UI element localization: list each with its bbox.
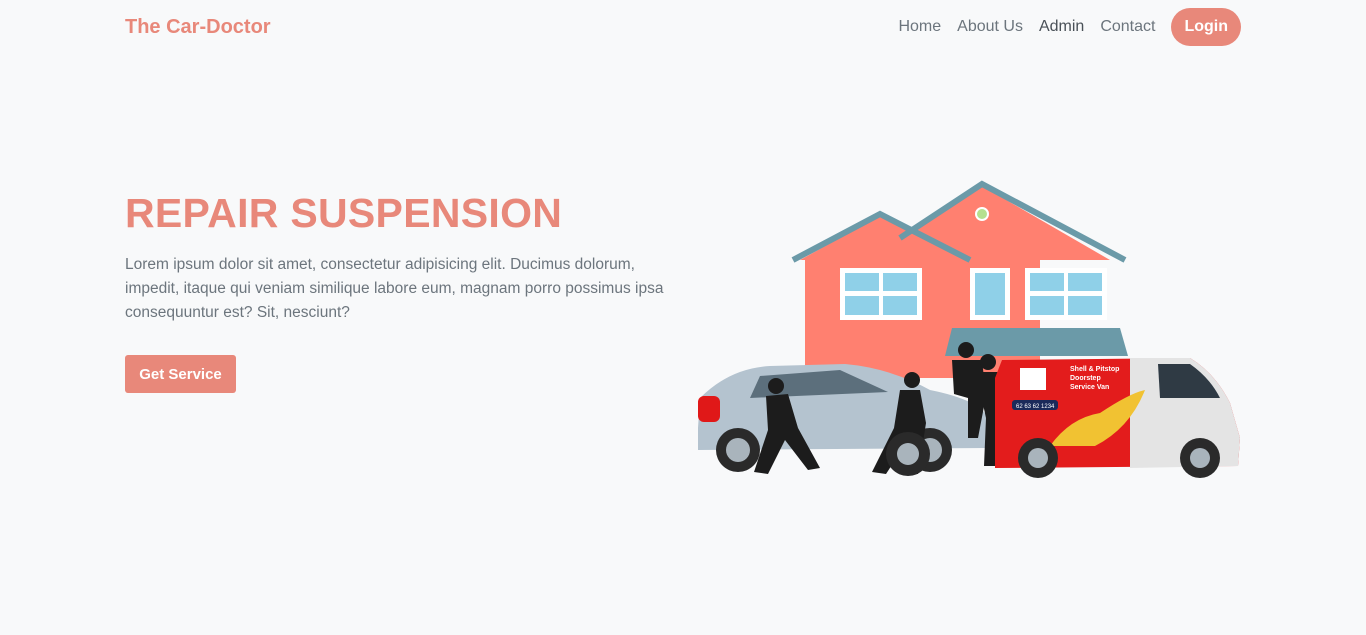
hero-description: Lorem ipsum dolor sit amet, consectetur … [125, 256, 664, 321]
nav-link-about-us[interactable]: About Us [957, 18, 1023, 36]
nav-link-contact[interactable]: Contact [1100, 18, 1155, 36]
nav-link-admin[interactable]: Admin [1039, 18, 1084, 36]
nav-links: Home About Us Admin Contact Login [898, 8, 1241, 46]
van-text-line3: Service Van [1070, 384, 1109, 391]
silver-car-image [698, 364, 988, 472]
login-button[interactable]: Login [1171, 8, 1241, 46]
hero-text: REPAIR SUSPENSION Lorem ipsum dolor sit … [125, 190, 665, 325]
van-text-line2: Doorstep [1070, 375, 1101, 382]
car-service-illustration: Shell & Pitstop Doorstep Service Van 62 … [698, 180, 1240, 478]
nav-link-home[interactable]: Home [898, 18, 941, 36]
navbar: The Car-Doctor Home About Us Admin Conta… [0, 0, 1366, 57]
hero-title: REPAIR SUSPENSION [125, 190, 563, 236]
service-van-image: Shell & Pitstop Doorstep Service Van 62 … [995, 358, 1240, 478]
van-text-line1: Shell & Pitstop [1070, 366, 1119, 373]
brand-logo-link[interactable]: The Car-Doctor [125, 16, 271, 39]
van-phone: 62 63 62 1234 [1016, 404, 1055, 410]
get-service-button[interactable]: Get Service [125, 355, 236, 393]
